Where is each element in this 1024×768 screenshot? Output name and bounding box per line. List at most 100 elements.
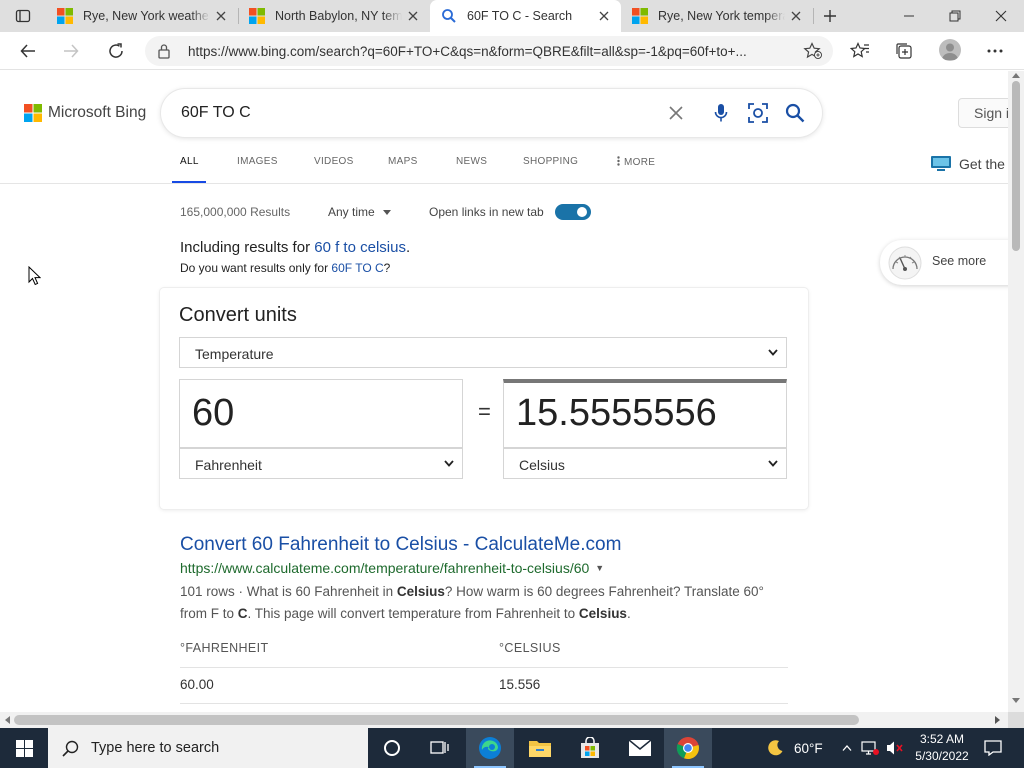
taskbar-search-placeholder: Type here to search xyxy=(91,740,220,756)
minimize-icon xyxy=(904,15,914,17)
visual-search-icon xyxy=(748,103,768,123)
scroll-left-icon[interactable] xyxy=(4,716,10,724)
tab-close-icon[interactable] xyxy=(402,5,424,27)
network-button[interactable] xyxy=(860,728,880,768)
favorites-icon xyxy=(850,42,869,58)
refresh-button[interactable] xyxy=(102,37,130,65)
table-header-fahrenheit: °FAHRENHEIT xyxy=(180,641,269,655)
search-submit-button[interactable] xyxy=(783,101,807,125)
nav-tab-videos[interactable]: VIDEOS xyxy=(314,156,354,167)
settings-more-button[interactable] xyxy=(981,37,1009,65)
get-the-app-promo[interactable]: Get the xyxy=(931,156,1005,172)
time-filter-dropdown[interactable]: Any time xyxy=(328,205,392,219)
forward-button[interactable] xyxy=(57,37,85,65)
search-box[interactable]: 60F TO C xyxy=(161,89,822,137)
chevron-down-icon xyxy=(768,349,778,356)
caret-down-icon[interactable]: ▼ xyxy=(595,563,604,573)
sign-in-button[interactable]: Sign i xyxy=(958,98,1008,128)
volume-button[interactable] xyxy=(884,728,906,768)
nav-tab-all[interactable]: ALL xyxy=(180,156,199,167)
show-hidden-icons-button[interactable] xyxy=(838,728,856,768)
mail-icon xyxy=(628,739,652,756)
scroll-down-icon[interactable] xyxy=(1012,698,1020,704)
tab-close-icon[interactable] xyxy=(210,5,232,27)
clear-search-button[interactable] xyxy=(664,101,688,125)
original-query-link[interactable]: 60F TO C xyxy=(331,261,383,275)
tab-close-icon[interactable] xyxy=(785,5,807,27)
nav-tab-news[interactable]: NEWS xyxy=(456,156,487,167)
add-favorite-icon[interactable] xyxy=(803,42,823,60)
bing-logo[interactable]: Microsoft Bing xyxy=(24,104,146,122)
vertical-scrollbar[interactable] xyxy=(1008,71,1024,712)
results-only-line: Do you want results only for 60F TO C? xyxy=(180,261,390,275)
scroll-up-icon[interactable] xyxy=(1012,72,1020,78)
from-unit-select[interactable]: Fahrenheit xyxy=(179,448,463,479)
vertical-scrollbar-thumb[interactable] xyxy=(1012,81,1020,251)
table-cell-fahrenheit: 60.00 xyxy=(180,677,214,692)
microsoft-logo-icon xyxy=(24,104,42,122)
taskbar-edge[interactable] xyxy=(466,728,514,768)
back-button[interactable] xyxy=(14,37,42,65)
tab-rye-weather[interactable]: Rye, New York weather xyxy=(46,0,238,32)
favorites-button[interactable] xyxy=(846,37,874,65)
nav-tab-more[interactable]: MORE xyxy=(617,156,655,168)
tab-bing-search[interactable]: 60F TO C - Search xyxy=(430,0,621,32)
scroll-right-icon[interactable] xyxy=(995,716,1001,724)
new-tab-button[interactable] xyxy=(816,4,844,28)
chevron-up-icon xyxy=(842,745,852,751)
converter-heading: Convert units xyxy=(179,304,297,326)
category-select[interactable]: Temperature xyxy=(179,337,787,368)
tab-title: 60F TO C - Search xyxy=(467,9,573,23)
tab-north-babylon[interactable]: North Babylon, NY tem xyxy=(238,0,430,32)
tab-actions-button[interactable] xyxy=(0,0,46,32)
open-links-toggle[interactable] xyxy=(555,204,591,220)
taskbar-chrome[interactable] xyxy=(664,728,712,768)
notifications-button[interactable] xyxy=(978,728,1008,768)
horizontal-scrollbar[interactable] xyxy=(0,712,1008,728)
taskbar-weather[interactable]: 60°F xyxy=(766,728,823,768)
nav-tab-maps[interactable]: MAPS xyxy=(388,156,418,167)
result-title-link[interactable]: Convert 60 Fahrenheit to Celsius - Calcu… xyxy=(180,534,621,556)
taskbar-clock[interactable]: 3:52 AM 5/30/2022 xyxy=(912,731,972,765)
restore-button[interactable] xyxy=(932,0,978,32)
nav-tab-shopping[interactable]: SHOPPING xyxy=(523,156,578,167)
taskbar-store[interactable] xyxy=(566,728,614,768)
horizontal-scrollbar-thumb[interactable] xyxy=(14,715,859,725)
see-more-widget[interactable]: See more xyxy=(880,240,1008,285)
taskbar-mail[interactable] xyxy=(616,728,664,768)
clear-icon xyxy=(669,106,683,120)
tab-rye-temperature[interactable]: Rye, New York tempera xyxy=(621,0,813,32)
tab-close-icon[interactable] xyxy=(593,5,615,27)
result-url[interactable]: https://www.calculateme.com/temperature/… xyxy=(180,560,604,576)
nav-tab-images[interactable]: IMAGES xyxy=(237,156,278,167)
to-unit-select[interactable]: Celsius xyxy=(503,448,787,479)
tab-actions-icon xyxy=(15,9,31,23)
tab-separator xyxy=(813,8,814,24)
table-cell-celsius: 15.556 xyxy=(499,677,541,692)
weather-temperature: 60°F xyxy=(794,740,823,756)
including-suffix: . xyxy=(405,239,411,256)
close-window-button[interactable] xyxy=(978,0,1024,32)
start-button[interactable] xyxy=(0,728,48,768)
plus-icon xyxy=(824,10,836,22)
minimize-button[interactable] xyxy=(886,0,932,32)
search-icon xyxy=(785,103,805,123)
to-value-input[interactable]: 15.5555556 xyxy=(503,379,787,448)
voice-search-button[interactable] xyxy=(709,101,733,125)
forward-arrow-icon xyxy=(64,44,79,58)
from-value-input[interactable]: 60 xyxy=(179,379,463,448)
profile-avatar[interactable] xyxy=(939,39,961,61)
taskbar-search-box[interactable]: Type here to search xyxy=(48,728,368,768)
cortana-button[interactable] xyxy=(370,728,414,768)
microphone-icon xyxy=(714,104,728,122)
collections-button[interactable] xyxy=(890,37,918,65)
address-bar[interactable]: https://www.bing.com/search?q=60F+TO+C&q… xyxy=(145,36,833,66)
from-unit-value: Fahrenheit xyxy=(195,457,262,473)
edge-icon xyxy=(479,737,501,759)
task-view-button[interactable] xyxy=(418,728,462,768)
taskbar-file-explorer[interactable] xyxy=(516,728,564,768)
corrected-query-link[interactable]: 60 f to celsius xyxy=(314,239,406,256)
caret-down-icon xyxy=(383,210,392,215)
visual-search-button[interactable] xyxy=(746,101,770,125)
search-input[interactable]: 60F TO C xyxy=(181,104,251,122)
